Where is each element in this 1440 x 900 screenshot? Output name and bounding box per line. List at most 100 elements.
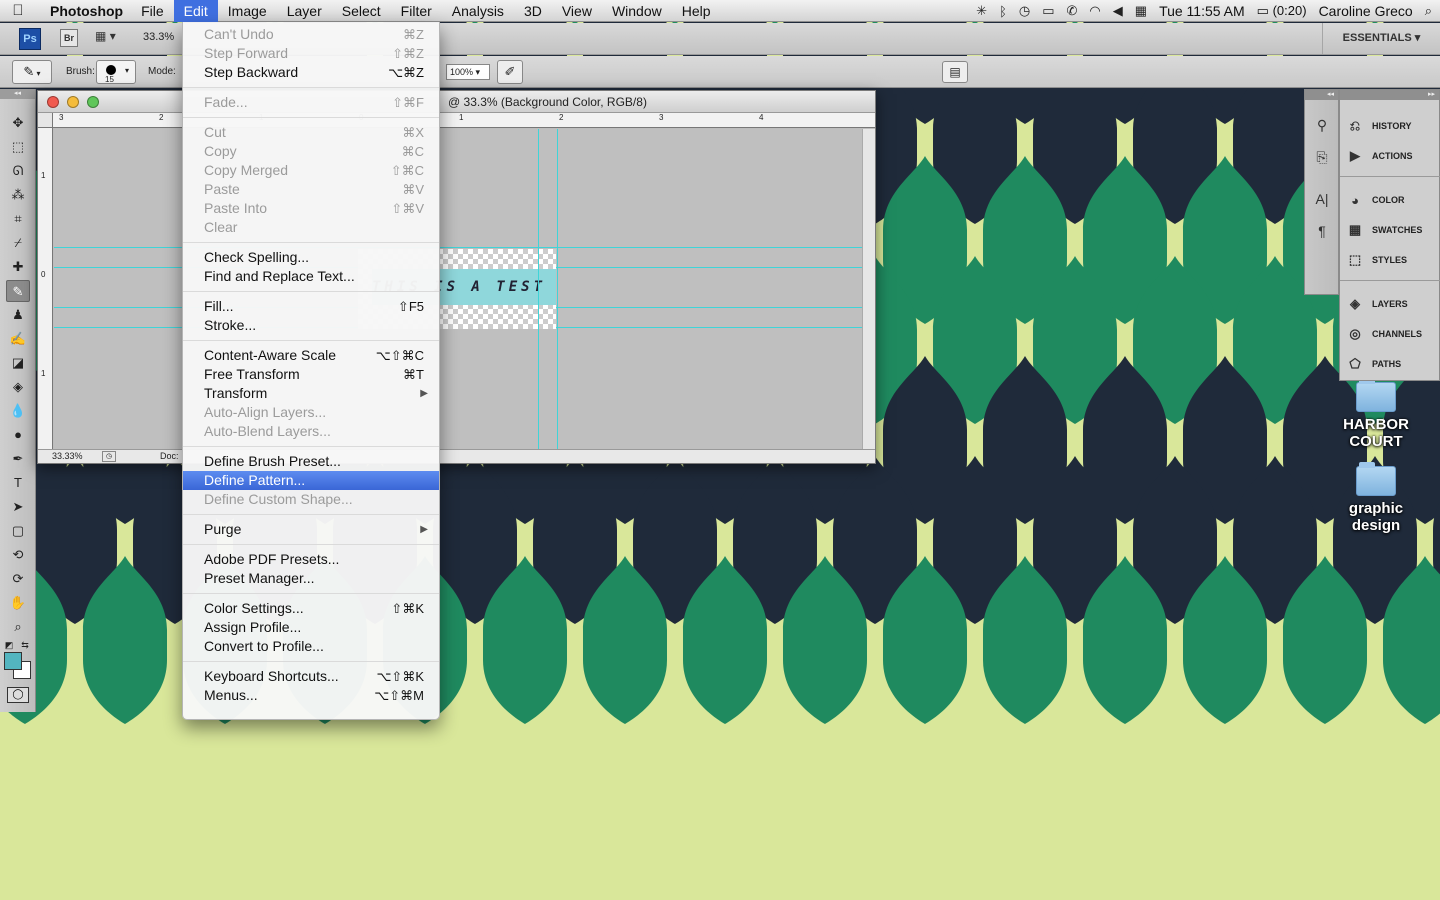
menu-layer[interactable]: Layer: [277, 0, 332, 22]
calendar-icon[interactable]: ▦: [1135, 3, 1147, 19]
menu-item-stroke[interactable]: Stroke...: [183, 316, 439, 335]
history-panel-button[interactable]: ⎌ HISTORY: [1344, 113, 1438, 139]
color-panel-button[interactable]: ◕ COLOR: [1344, 187, 1438, 213]
close-window-button[interactable]: [47, 96, 59, 108]
type-tool-icon[interactable]: T: [6, 472, 30, 494]
guide-line[interactable]: [538, 129, 539, 449]
view-extras-button[interactable]: ▦ ▾: [95, 29, 116, 43]
pen-tool-icon[interactable]: ✒: [6, 448, 30, 470]
healing-brush-tool-icon[interactable]: ✚: [6, 256, 30, 278]
minimize-window-button[interactable]: [67, 96, 79, 108]
menu-item-purge[interactable]: Purge ▶: [183, 520, 439, 539]
menu-item-adobe-pdf-presets[interactable]: Adobe PDF Presets...: [183, 550, 439, 569]
canvas-area[interactable]: THIS IS A TEST: [54, 129, 862, 449]
app-name-menu[interactable]: Photoshop: [36, 3, 131, 19]
menu-item-content-aware-scale[interactable]: Content-Aware Scale ⌥⇧⌘C: [183, 346, 439, 365]
menu-item-step-backward[interactable]: Step Backward ⌥⌘Z: [183, 63, 439, 82]
path-selection-tool-icon[interactable]: ➤: [6, 496, 30, 518]
paragraph-panel-icon[interactable]: ¶: [1311, 220, 1333, 242]
apple-icon[interactable]: : [0, 2, 36, 19]
sync-icon[interactable]: ✳: [976, 3, 987, 19]
menu-view[interactable]: View: [552, 0, 602, 22]
phone-icon[interactable]: ✆: [1067, 3, 1078, 19]
blur-tool-icon[interactable]: 💧: [6, 400, 30, 422]
toolbox-collapse-handle[interactable]: ◂◂: [0, 89, 35, 99]
menu-item-transform[interactable]: Transform ▶: [183, 384, 439, 403]
eraser-tool-icon[interactable]: ◪: [6, 352, 30, 374]
menu-item-menus[interactable]: Menus... ⌥⇧⌘M: [183, 686, 439, 705]
crop-tool-icon[interactable]: ⌗: [6, 208, 30, 230]
lasso-tool-icon[interactable]: ᘏ: [6, 160, 30, 182]
menu-edit[interactable]: Edit: [173, 0, 218, 22]
menu-item-preset-manager[interactable]: Preset Manager...: [183, 569, 439, 588]
channels-panel-button[interactable]: ◎ CHANNELS: [1344, 321, 1438, 347]
zoom-window-button[interactable]: [87, 96, 99, 108]
spotlight-search-icon[interactable]: ⌕: [1425, 3, 1432, 19]
ruler-origin[interactable]: [38, 113, 53, 128]
time-machine-icon[interactable]: ◷: [1019, 3, 1030, 19]
menu-filter[interactable]: Filter: [391, 0, 442, 22]
menu-item-check-spelling[interactable]: Check Spelling...: [183, 248, 439, 267]
quick-mask-button[interactable]: ◯: [7, 687, 29, 703]
menu-analysis[interactable]: Analysis: [442, 0, 514, 22]
desktop-folder-harbor-court[interactable]: HARBOR COURT: [1336, 378, 1416, 450]
menu-item-assign-profile[interactable]: Assign Profile...: [183, 618, 439, 637]
menu-file[interactable]: File: [131, 0, 174, 22]
menu-select[interactable]: Select: [332, 0, 391, 22]
display-icon[interactable]: ▭: [1042, 3, 1054, 19]
menu-item-convert-to-profile[interactable]: Convert to Profile...: [183, 637, 439, 656]
dodge-tool-icon[interactable]: ●: [6, 424, 30, 446]
layers-panel-button[interactable]: ◈ LAYERS: [1344, 291, 1438, 317]
battery-status[interactable]: ▭ (0:20): [1257, 3, 1307, 19]
menu-clock[interactable]: Tue 11:55 AM: [1159, 3, 1245, 19]
workspace-switcher[interactable]: ESSENTIALS ▾: [1322, 23, 1440, 54]
menu-item-fill[interactable]: Fill... ⇧F5: [183, 297, 439, 316]
tool-preset-picker[interactable]: ✎ ▾: [12, 60, 52, 84]
bluetooth-icon[interactable]: ᛒ: [999, 4, 1007, 19]
flow-field[interactable]: 100% ▾: [446, 64, 490, 80]
guide-line[interactable]: [54, 247, 862, 248]
toggle-brush-panel-button[interactable]: ▤: [942, 61, 968, 83]
launch-bridge-button[interactable]: Br: [60, 29, 78, 47]
airbrush-button[interactable]: ✐: [497, 60, 523, 84]
vertical-scrollbar[interactable]: [862, 129, 875, 449]
menu-item-define-pattern[interactable]: Define Pattern...: [183, 471, 439, 490]
dock-collapse-handle[interactable]: ▸▸: [1340, 90, 1439, 100]
menu-window[interactable]: Window: [602, 0, 672, 22]
menu-item-define-brush-preset[interactable]: Define Brush Preset...: [183, 452, 439, 471]
menu-item-color-settings[interactable]: Color Settings... ⇧⌘K: [183, 599, 439, 618]
dock-collapse-handle[interactable]: ◂◂: [1305, 90, 1338, 100]
horizontal-ruler[interactable]: 3 2 1 0 1 2 3 4: [53, 113, 875, 128]
menu-image[interactable]: Image: [218, 0, 277, 22]
history-brush-tool-icon[interactable]: ✍: [6, 328, 30, 350]
foreground-color-swatch[interactable]: [4, 652, 22, 670]
magic-wand-tool-icon[interactable]: ⁂: [6, 184, 30, 206]
swatches-panel-button[interactable]: ▦ SWATCHES: [1344, 217, 1438, 243]
character-panel-icon[interactable]: A|: [1311, 188, 1333, 210]
marquee-tool-icon[interactable]: ⬚: [6, 136, 30, 158]
hand-tool-icon[interactable]: ✋: [6, 592, 30, 614]
document-zoom[interactable]: 33.33%: [52, 451, 83, 461]
volume-icon[interactable]: ◀: [1113, 3, 1123, 19]
tool-presets-icon[interactable]: ⚲: [1311, 114, 1333, 136]
clone-source-icon[interactable]: ⎘: [1311, 146, 1333, 168]
zoom-level-field[interactable]: 33.3%: [143, 31, 174, 43]
clone-stamp-tool-icon[interactable]: ♟: [6, 304, 30, 326]
menu-item-free-transform[interactable]: Free Transform ⌘T: [183, 365, 439, 384]
paths-panel-button[interactable]: ⬠ PATHS: [1344, 351, 1438, 377]
vertical-ruler[interactable]: 1 0 1: [38, 113, 53, 451]
menu-help[interactable]: Help: [672, 0, 721, 22]
brush-tool-icon[interactable]: ✎: [6, 280, 30, 302]
styles-panel-button[interactable]: ⬚ STYLES: [1344, 247, 1438, 273]
paint-bucket-tool-icon[interactable]: ◈: [6, 376, 30, 398]
document-titlebar[interactable]: @ 33.3% (Background Color, RGB/8): [38, 91, 875, 113]
menu-item-find-and-replace-text[interactable]: Find and Replace Text...: [183, 267, 439, 286]
guide-line[interactable]: [557, 129, 558, 449]
eyedropper-tool-icon[interactable]: ⌿: [6, 232, 30, 254]
wifi-icon[interactable]: ◠: [1089, 3, 1100, 19]
menu-item-keyboard-shortcuts[interactable]: Keyboard Shortcuts... ⌥⇧⌘K: [183, 667, 439, 686]
user-name[interactable]: Caroline Greco: [1319, 3, 1413, 19]
desktop-folder-graphic-design[interactable]: graphic design: [1336, 462, 1416, 534]
brush-picker[interactable]: 15 ▾: [96, 60, 136, 84]
status-menu-icon[interactable]: ◷: [102, 451, 116, 462]
